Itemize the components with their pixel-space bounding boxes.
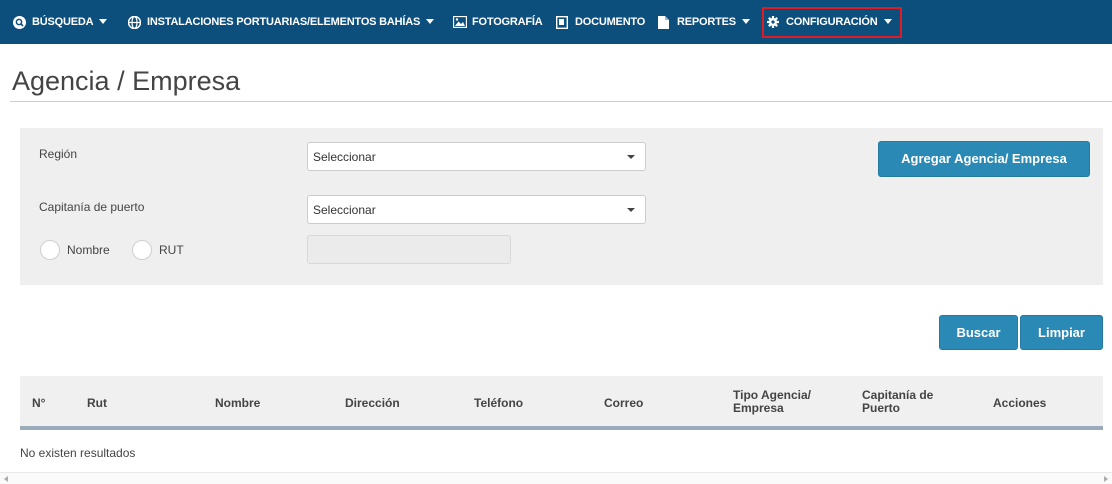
nav-documento-label: DOCUMENTO: [575, 16, 646, 28]
filter-panel: Región Seleccionar Capitanía de puerto S…: [20, 128, 1103, 285]
nav-fotografia[interactable]: FOTOGRAFÍA: [452, 13, 543, 31]
table-header: N° Rut Nombre Dirección Teléfono Correo …: [20, 376, 1103, 430]
gear-icon: [767, 15, 780, 29]
add-agencia-button[interactable]: Agregar Agencia/ Empresa: [878, 141, 1090, 177]
chevron-down-icon: [426, 18, 435, 24]
search-icon: [13, 15, 26, 29]
horizontal-scrollbar[interactable]: [0, 472, 1112, 484]
page-title: Agencia / Empresa: [12, 66, 241, 96]
radio-nombre-label: Nombre: [67, 243, 110, 257]
col-num: N°: [32, 396, 46, 410]
radio-rut-label: RUT: [159, 243, 184, 257]
scroll-right-icon[interactable]: [1104, 476, 1108, 482]
nav-fotografia-label: FOTOGRAFÍA: [472, 16, 543, 28]
col-direccion: Dirección: [345, 396, 400, 410]
empty-message: No existen resultados: [20, 446, 136, 460]
nav-reportes[interactable]: REPORTES: [658, 13, 750, 31]
nav-instalaciones[interactable]: INSTALACIONES PORTUARIAS/ELEMENTOS BAHÍA…: [127, 13, 435, 31]
col-acciones: Acciones: [993, 396, 1047, 410]
radio-nombre[interactable]: Nombre: [40, 240, 110, 260]
scroll-left-icon[interactable]: [4, 476, 8, 482]
region-select[interactable]: Seleccionar: [307, 142, 646, 171]
col-capitania-line2: Puerto: [862, 401, 901, 415]
document-icon: [555, 15, 569, 29]
col-tipo: Tipo Agencia/ Empresa: [733, 389, 811, 415]
col-tipo-line2: Empresa: [733, 401, 784, 415]
clear-button[interactable]: Limpiar: [1020, 315, 1103, 350]
nav-configuracion-label: CONFIGURACIÓN: [786, 16, 878, 28]
col-nombre: Nombre: [215, 396, 261, 410]
region-select-value: Seleccionar: [313, 150, 376, 164]
search-button[interactable]: Buscar: [939, 315, 1018, 350]
nav-documento[interactable]: DOCUMENTO: [555, 13, 646, 31]
nav-busqueda-label: BÚSQUEDA: [32, 16, 94, 28]
col-correo: Correo: [604, 396, 644, 410]
chevron-down-icon: [627, 208, 635, 212]
chevron-down-icon: [99, 18, 108, 24]
col-telefono: Teléfono: [474, 396, 524, 410]
chevron-down-icon: [883, 18, 892, 24]
nav-configuracion[interactable]: CONFIGURACIÓN: [767, 13, 892, 31]
chevron-down-icon: [627, 155, 635, 159]
top-navbar: BÚSQUEDA INSTALACIONES PORTUARIAS/ELEMEN…: [0, 0, 1112, 44]
capitania-select[interactable]: Seleccionar: [307, 195, 646, 224]
region-label: Región: [39, 147, 78, 161]
radio-circle[interactable]: [132, 240, 152, 260]
radio-circle[interactable]: [40, 240, 60, 260]
col-capitania: Capitanía de Puerto: [862, 389, 933, 415]
nav-reportes-label: REPORTES: [677, 16, 736, 28]
nav-busqueda[interactable]: BÚSQUEDA: [13, 13, 108, 31]
radio-rut[interactable]: RUT: [132, 240, 184, 260]
file-icon: [658, 15, 671, 29]
capitania-label: Capitanía de puerto: [39, 200, 145, 214]
col-rut: Rut: [87, 396, 107, 410]
chevron-down-icon: [741, 18, 750, 24]
image-icon: [452, 15, 468, 29]
nav-instalaciones-label: INSTALACIONES PORTUARIAS/ELEMENTOS BAHÍA…: [147, 16, 421, 28]
search-text-input[interactable]: [307, 235, 511, 264]
title-divider: [10, 101, 1112, 102]
capitania-select-value: Seleccionar: [313, 203, 376, 217]
globe-icon: [127, 15, 142, 29]
